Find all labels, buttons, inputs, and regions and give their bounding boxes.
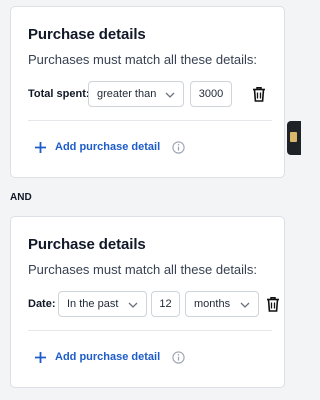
purchase-details-card: Purchase details Purchases must match al… [10, 6, 285, 178]
info-icon[interactable] [172, 140, 185, 154]
add-purchase-detail-label: Add purchase detail [55, 351, 161, 363]
condition-label: Date: [28, 298, 56, 310]
chevron-down-icon [165, 92, 175, 98]
plus-icon [35, 351, 46, 363]
trash-icon[interactable] [250, 85, 268, 103]
card-subtitle: Purchases must match all these details: [28, 52, 258, 67]
add-purchase-detail-button[interactable]: Add purchase detail [34, 349, 185, 365]
amount-input[interactable]: 12 [151, 291, 180, 317]
chevron-down-icon [240, 302, 250, 308]
side-tab-icon [290, 132, 297, 142]
trash-icon[interactable] [264, 295, 282, 313]
and-connector: AND [10, 192, 32, 203]
plus-icon [35, 141, 46, 153]
unit-value: months [194, 298, 231, 310]
purchase-details-card: Purchase details Purchases must match al… [10, 216, 285, 388]
divider [28, 120, 272, 121]
condition-row: Total spent: greater than 3000 [28, 81, 274, 109]
operator-value: In the past [67, 298, 119, 310]
chevron-down-icon [128, 302, 138, 308]
divider [28, 330, 272, 331]
card-title: Purchase details [28, 26, 146, 43]
amount-value: 12 [159, 298, 172, 310]
operator-value: greater than [97, 88, 157, 100]
unit-select[interactable]: months [185, 291, 259, 317]
card-subtitle: Purchases must match all these details: [28, 262, 258, 277]
add-purchase-detail-button[interactable]: Add purchase detail [34, 139, 185, 155]
condition-row: Date: In the past 12 months [28, 291, 279, 319]
operator-select[interactable]: In the past [58, 291, 147, 317]
add-purchase-detail-label: Add purchase detail [55, 141, 161, 153]
amount-input[interactable]: 3000 [190, 81, 232, 107]
condition-label: Total spent: [28, 88, 90, 100]
operator-select[interactable]: greater than [88, 81, 184, 107]
side-panel-tab[interactable] [287, 121, 301, 155]
card-title: Purchase details [28, 236, 146, 253]
info-icon[interactable] [172, 350, 185, 364]
amount-value: 3000 [198, 88, 224, 100]
